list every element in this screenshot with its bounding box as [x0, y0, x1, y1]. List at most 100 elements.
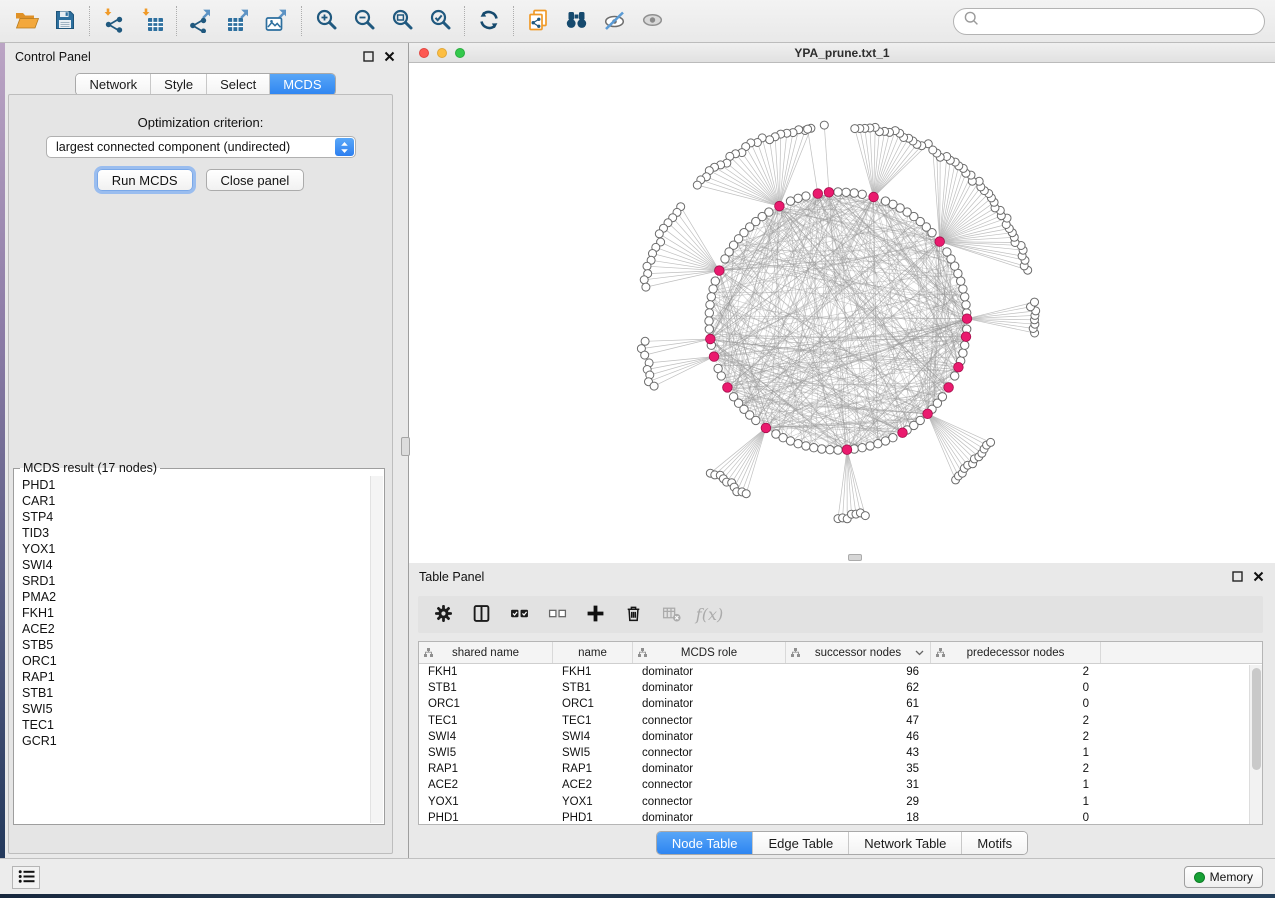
unchecked-boxes-icon — [548, 604, 567, 626]
table-options-button[interactable] — [428, 599, 459, 630]
binoculars-search-button[interactable] — [557, 3, 595, 39]
result-list-scrollbar[interactable] — [370, 476, 383, 823]
mcds-result-item[interactable]: STP4 — [22, 509, 370, 525]
minimize-window-icon[interactable] — [437, 48, 447, 58]
table-row[interactable]: STB1STB1dominator620 — [419, 680, 1262, 696]
mcds-result-item[interactable]: SRD1 — [22, 573, 370, 589]
table-row[interactable]: TEC1TEC1connector472 — [419, 713, 1262, 729]
column-header-successor-nodes[interactable]: successor nodes — [786, 642, 931, 663]
table-row[interactable]: SWI5SWI5connector431 — [419, 745, 1262, 761]
float-panel-icon[interactable] — [363, 51, 374, 62]
tab-node-table[interactable]: Node Table — [657, 832, 753, 854]
table-row[interactable]: PHD1PHD1dominator180 — [419, 810, 1262, 825]
cell-successor-nodes: 29 — [786, 796, 931, 808]
delete-column-button[interactable] — [618, 599, 649, 630]
cell-name: STB1 — [553, 682, 633, 694]
mcds-result-item[interactable]: STB1 — [22, 685, 370, 701]
mcds-result-item[interactable]: SWI5 — [22, 701, 370, 717]
cell-predecessor-nodes: 1 — [931, 747, 1101, 759]
column-header-MCDS-role[interactable]: MCDS role — [633, 642, 786, 663]
mcds-result-item[interactable]: ORC1 — [22, 653, 370, 669]
float-panel-icon[interactable] — [1232, 571, 1243, 582]
deselect-all-button[interactable] — [542, 599, 573, 630]
network-canvas[interactable] — [409, 63, 1275, 563]
export-network-button[interactable] — [182, 3, 220, 39]
copy-network-icon — [526, 8, 550, 35]
column-header-label: MCDS role — [681, 647, 737, 659]
zoom-in-button[interactable] — [307, 3, 345, 39]
column-header-shared-name[interactable]: shared name — [419, 642, 553, 663]
table-scrollbar[interactable] — [1249, 665, 1262, 824]
task-history-button[interactable] — [12, 866, 40, 889]
import-table-button[interactable] — [133, 3, 171, 39]
open-button[interactable] — [8, 3, 46, 39]
zoom-selected-button[interactable] — [421, 3, 459, 39]
tab-motifs[interactable]: Motifs — [961, 832, 1027, 854]
zoom-out-button[interactable] — [345, 3, 383, 39]
cell-shared-name: TEC1 — [419, 715, 553, 727]
close-panel-button[interactable]: Close panel — [206, 169, 305, 191]
cell-successor-nodes: 18 — [786, 812, 931, 824]
close-panel-icon[interactable] — [1253, 571, 1264, 582]
copy-network-button[interactable] — [519, 3, 557, 39]
function-builder-button[interactable]: f(x) — [694, 599, 725, 630]
select-all-button[interactable] — [504, 599, 535, 630]
preview-button[interactable] — [633, 3, 671, 39]
search-input[interactable] — [985, 14, 1254, 29]
mcds-result-item[interactable]: GCR1 — [22, 733, 370, 749]
plus-icon — [586, 604, 605, 626]
columns-icon — [472, 604, 491, 626]
mcds-result-item[interactable]: TID3 — [22, 525, 370, 541]
delete-table-button[interactable] — [656, 599, 687, 630]
mcds-result-item[interactable]: RAP1 — [22, 669, 370, 685]
mcds-result-item[interactable]: TEC1 — [22, 717, 370, 733]
tab-network[interactable]: Network — [76, 74, 150, 95]
mcds-result-item[interactable]: PMA2 — [22, 589, 370, 605]
mcds-result-item[interactable]: ACE2 — [22, 621, 370, 637]
table-row[interactable]: ACE2ACE2connector311 — [419, 777, 1262, 793]
tab-network-table[interactable]: Network Table — [848, 832, 961, 854]
table-scrollbar-thumb[interactable] — [1252, 668, 1261, 770]
maximize-window-icon[interactable] — [455, 48, 465, 58]
column-header-name[interactable]: name — [553, 642, 633, 663]
export-table-button[interactable] — [220, 3, 258, 39]
table-row[interactable]: RAP1RAP1dominator352 — [419, 761, 1262, 777]
cell-shared-name: STB1 — [419, 682, 553, 694]
add-column-button[interactable] — [580, 599, 611, 630]
horizontal-splitter-handle[interactable] — [848, 554, 862, 561]
close-window-icon[interactable] — [419, 48, 429, 58]
memory-button[interactable]: Memory — [1184, 866, 1263, 888]
mcds-result-item[interactable]: PHD1 — [22, 477, 370, 493]
tab-edge-table[interactable]: Edge Table — [752, 832, 848, 854]
hide-panel-button[interactable] — [595, 3, 633, 39]
mcds-result-item[interactable]: FKH1 — [22, 605, 370, 621]
mcds-result-item[interactable]: STB5 — [22, 637, 370, 653]
cell-predecessor-nodes: 1 — [931, 796, 1101, 808]
save-button[interactable] — [46, 3, 84, 39]
cell-shared-name: PHD1 — [419, 812, 553, 824]
column-header-predecessor-nodes[interactable]: predecessor nodes — [931, 642, 1101, 663]
zoom-fit-button[interactable] — [383, 3, 421, 39]
table-row[interactable]: YOX1YOX1connector291 — [419, 794, 1262, 810]
tab-select[interactable]: Select — [206, 74, 269, 95]
import-network-button[interactable] — [95, 3, 133, 39]
refresh-layout-button[interactable] — [470, 3, 508, 39]
criterion-dropdown[interactable]: largest connected component (undirected) — [46, 136, 356, 158]
tab-style[interactable]: Style — [150, 74, 206, 95]
vertical-splitter-handle[interactable] — [401, 437, 410, 456]
close-panel-icon[interactable] — [384, 51, 395, 62]
export-image-button[interactable] — [258, 3, 296, 39]
criterion-value: largest connected component (undirected) — [56, 140, 290, 154]
run-mcds-button[interactable]: Run MCDS — [97, 169, 193, 191]
table-row[interactable]: SWI4SWI4dominator462 — [419, 729, 1262, 745]
mcds-result-item[interactable]: SWI4 — [22, 557, 370, 573]
cell-MCDS-role: connector — [633, 715, 786, 727]
tab-mcds[interactable]: MCDS — [269, 74, 334, 95]
column-browser-button[interactable] — [466, 599, 497, 630]
mcds-result-item[interactable]: CAR1 — [22, 493, 370, 509]
table-row[interactable]: ORC1ORC1dominator610 — [419, 696, 1262, 712]
mcds-result-item[interactable]: YOX1 — [22, 541, 370, 557]
cell-name: FKH1 — [553, 666, 633, 678]
table-row[interactable]: FKH1FKH1dominator962 — [419, 664, 1262, 680]
cell-MCDS-role: connector — [633, 747, 786, 759]
